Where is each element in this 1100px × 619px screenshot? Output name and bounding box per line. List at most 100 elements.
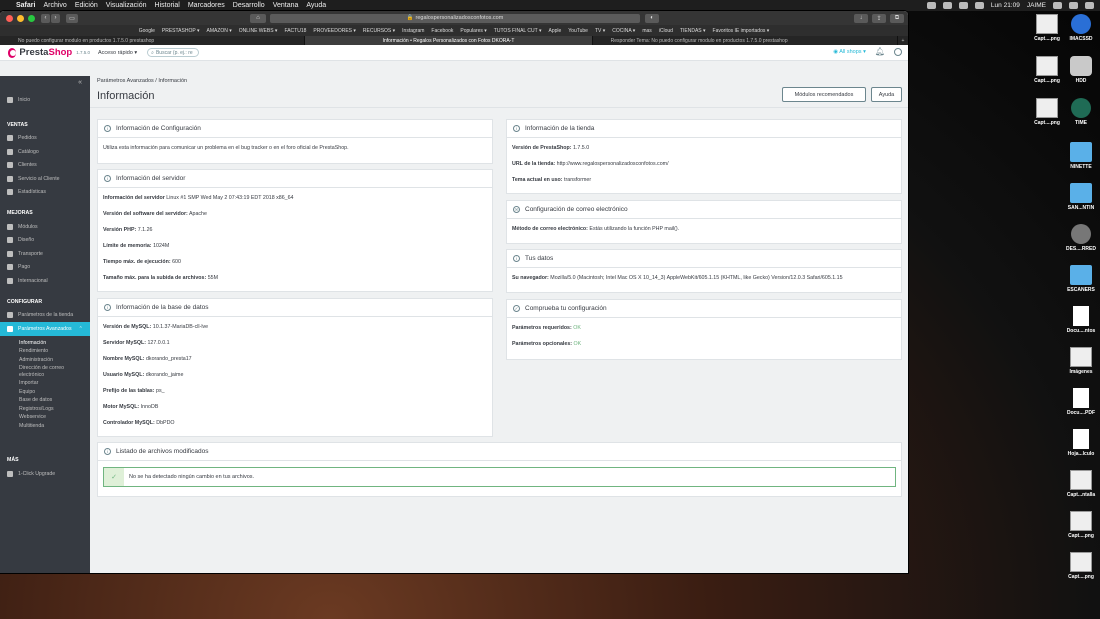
volume-icon[interactable]: [974, 2, 984, 9]
favorite-link[interactable]: Favoritos IE importados ▾: [713, 28, 770, 34]
desktop-icon-item[interactable]: ESCANERS: [1056, 265, 1100, 293]
desktop-icon-item[interactable]: Capt...ntalla: [1056, 470, 1100, 498]
favorite-link[interactable]: Populares ▾: [460, 28, 486, 34]
sidebar-item-pago[interactable]: Pago: [0, 261, 90, 275]
menu-historial[interactable]: Historial: [155, 2, 180, 9]
favorite-link[interactable]: AMAZON ▾: [207, 28, 232, 34]
desktop-icon-item[interactable]: NINETTE: [1056, 142, 1100, 170]
sidebar-item-catalogo[interactable]: Catálogo: [0, 145, 90, 159]
search-input[interactable]: ⌕ Buscar (p. ej.: re: [147, 48, 200, 57]
breadcrumb[interactable]: Parámetros Avanzados / Información: [97, 78, 187, 84]
sidebar-item-transporte[interactable]: Transporte: [0, 247, 90, 261]
new-tab-icon[interactable]: +: [898, 36, 908, 45]
desktop-icon-item[interactable]: Capt....png: [1056, 552, 1100, 580]
favorite-link[interactable]: Instagram: [402, 28, 424, 34]
zoom-window-icon[interactable]: [28, 14, 35, 22]
download-icon[interactable]: ↓: [854, 13, 868, 23]
bell-icon[interactable]: 🔔︎: [875, 47, 885, 56]
sidebar-toggle-icon[interactable]: ▭: [66, 13, 78, 23]
quick-access-dropdown[interactable]: Acceso rápido ▾: [98, 50, 137, 56]
sidebar-item-upgrade[interactable]: 1-Click Upgrade: [0, 467, 90, 481]
cloud-icon[interactable]: [926, 2, 936, 9]
submenu-equipo[interactable]: Equipo: [0, 388, 90, 397]
favorite-link[interactable]: YouTube: [568, 28, 588, 34]
favorite-link[interactable]: TV ▾: [595, 28, 605, 34]
menu-ventana[interactable]: Ventana: [273, 2, 299, 9]
favorite-link[interactable]: PROVEEDORES ▾: [313, 28, 356, 34]
favorite-link[interactable]: COCINA ▾: [612, 28, 635, 34]
search-icon[interactable]: [1053, 2, 1062, 9]
submenu-registros[interactable]: Registros/Logs: [0, 405, 90, 414]
clock[interactable]: Lun 21:09: [991, 2, 1020, 9]
recommended-modules-button[interactable]: Módulos recomendados: [782, 87, 866, 102]
home-icon[interactable]: ⌂: [250, 13, 266, 23]
sidebar-item-internacional[interactable]: Internacional: [0, 274, 90, 288]
submenu-rendimiento[interactable]: Rendimiento: [0, 347, 90, 356]
prestashop-logo[interactable]: PrestaShop 1.7.5.0: [8, 47, 90, 58]
submenu-importar[interactable]: Importar: [0, 379, 90, 388]
close-window-icon[interactable]: [6, 14, 13, 22]
submenu-correo[interactable]: Dirección de correo electrónico: [0, 364, 90, 379]
sidebar-item-inicio[interactable]: Inicio: [0, 93, 90, 107]
desktop-icon-item[interactable]: TIME: [1056, 98, 1100, 126]
favorite-link[interactable]: PRESTASHOP ▾: [162, 28, 200, 34]
forward-icon[interactable]: ›: [51, 13, 60, 23]
favorite-link[interactable]: iCloud: [659, 28, 673, 34]
help-button[interactable]: Ayuda: [871, 87, 902, 102]
favorite-link[interactable]: TIENDAS ▾: [680, 28, 706, 34]
desktop-icon-item[interactable]: HDD: [1056, 56, 1100, 84]
tab-forum-2[interactable]: Responder Tema: No puedo configurar modu…: [593, 36, 898, 45]
desktop-icon-item[interactable]: IMACSSD: [1056, 14, 1100, 42]
favorite-link[interactable]: mas: [642, 28, 651, 34]
favorite-link[interactable]: Facebook: [431, 28, 453, 34]
submenu-webservice[interactable]: Webservice: [0, 413, 90, 422]
sidebar-item-clientes[interactable]: Clientes: [0, 159, 90, 173]
desktop-icon-item[interactable]: Capt....png: [1056, 511, 1100, 539]
sidebar-item-modulos[interactable]: Módulos: [0, 220, 90, 234]
siri-icon[interactable]: [1069, 2, 1078, 9]
avatar[interactable]: [894, 47, 902, 56]
sidebar-item-parametros-avanzados[interactable]: Parámetros Avanzados ⌃: [0, 322, 90, 336]
address-bar[interactable]: 🔒 regalospersonalizadosconfotos.com: [270, 13, 640, 23]
back-icon[interactable]: ‹: [41, 13, 50, 23]
sidebar-item-parametros-tienda[interactable]: Parámetros de la tienda: [0, 309, 90, 323]
collapse-sidebar-icon[interactable]: «: [0, 76, 90, 88]
tab-informacion[interactable]: Información • Regalos Personalizados con…: [305, 36, 593, 45]
sidebar-item-servicio[interactable]: Servicio al Cliente: [0, 172, 90, 186]
submenu-administracion[interactable]: Administración: [0, 356, 90, 365]
menu-archivo[interactable]: Archivo: [43, 2, 66, 9]
desktop-icon-item[interactable]: Docu....ntos: [1056, 306, 1100, 334]
desktop-icon-item[interactable]: Imágenes: [1056, 347, 1100, 375]
submenu-base-datos[interactable]: Base de datos: [0, 396, 90, 405]
favorite-link[interactable]: RECURSOS ▾: [363, 28, 395, 34]
favorite-link[interactable]: FACTU18: [284, 28, 306, 34]
submenu-informacion[interactable]: Información: [0, 339, 90, 348]
sidebar-item-estadisticas[interactable]: Estadísticas: [0, 186, 90, 200]
desktop-icon-item[interactable]: SAN...NTIN: [1056, 183, 1100, 211]
menu-edicion[interactable]: Edición: [75, 2, 98, 9]
desktop-icon-item[interactable]: Docu....PDF: [1056, 388, 1100, 416]
menu-visualizacion[interactable]: Visualización: [106, 2, 147, 9]
tabs-overview-icon[interactable]: ⧉: [890, 13, 904, 23]
list-icon[interactable]: [1085, 2, 1094, 9]
menu-marcadores[interactable]: Marcadores: [188, 2, 225, 9]
favorite-link[interactable]: Google: [139, 28, 155, 34]
favorite-link[interactable]: TUTOS FINAL CUT ▾: [494, 28, 542, 34]
menu-ayuda[interactable]: Ayuda: [306, 2, 326, 9]
user-name[interactable]: JAIME: [1027, 2, 1046, 9]
favorite-link[interactable]: ONLINE WEBS ▾: [239, 28, 278, 34]
menu-desarrollo[interactable]: Desarrollo: [233, 2, 265, 9]
minimize-window-icon[interactable]: [17, 14, 24, 22]
desktop-icon-item[interactable]: DES....RRED: [1056, 224, 1100, 252]
tab-forum-1[interactable]: No puedo configurar modulo en productos …: [0, 36, 306, 45]
sidebar-item-diseno[interactable]: Diseño: [0, 234, 90, 248]
favorite-link[interactable]: Apple: [549, 28, 562, 34]
extension-icon[interactable]: ◐: [645, 13, 659, 23]
wifi-icon[interactable]: [958, 2, 968, 9]
desktop-icon-item[interactable]: Hoja...lculo: [1056, 429, 1100, 457]
all-shops-dropdown[interactable]: ◉ All shops ▾: [833, 49, 866, 55]
menu-app[interactable]: Safari: [16, 2, 35, 9]
time-machine-icon[interactable]: [942, 2, 952, 9]
share-icon[interactable]: ⇪: [872, 13, 886, 23]
sidebar-item-pedidos[interactable]: Pedidos: [0, 132, 90, 146]
